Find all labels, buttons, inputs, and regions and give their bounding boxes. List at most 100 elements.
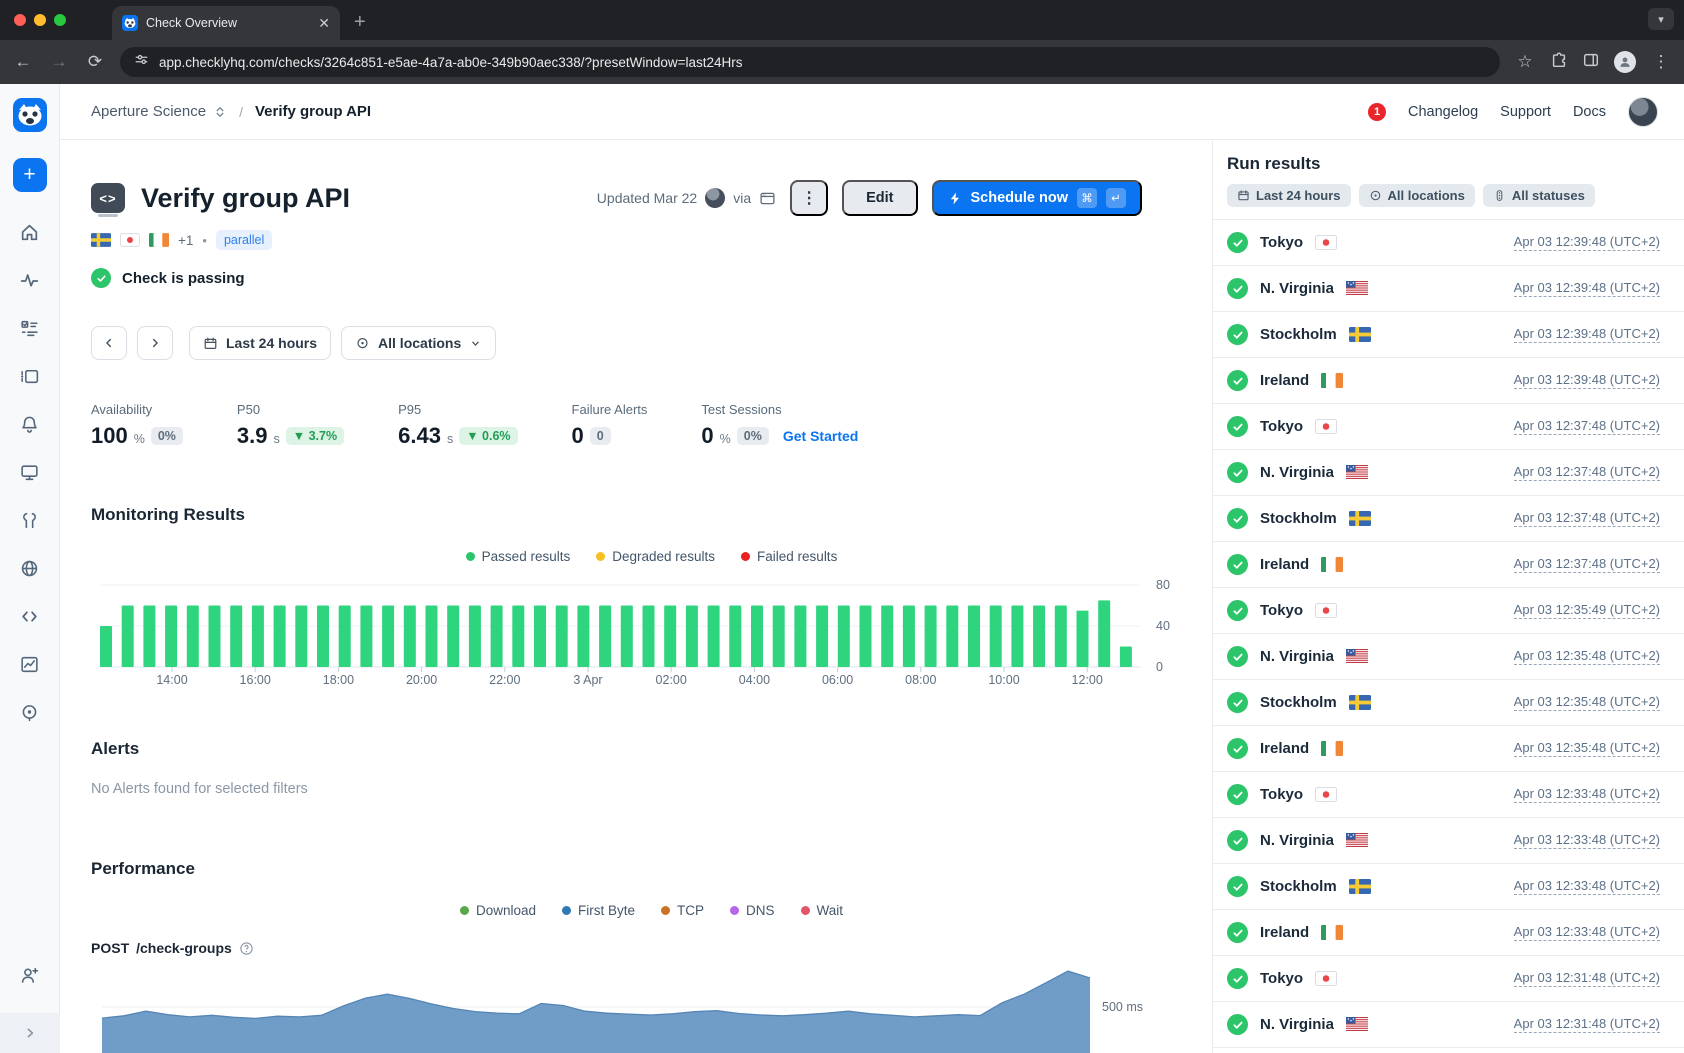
sidebar-item-home[interactable] — [19, 222, 40, 243]
browser-profile-avatar[interactable] — [1614, 51, 1636, 73]
legend-item[interactable]: Wait — [801, 903, 844, 918]
run-result-row[interactable]: Tokyo Apr 03 12:31:48 (UTC+2) — [1213, 956, 1684, 1002]
run-result-row[interactable]: N. Virginia Apr 03 12:33:48 (UTC+2) — [1213, 818, 1684, 864]
sidebar-item-locations[interactable] — [19, 702, 40, 723]
run-filter-locations[interactable]: All locations — [1359, 184, 1475, 207]
legend-item[interactable]: DNS — [730, 903, 775, 918]
run-result-row[interactable]: Ireland Apr 03 12:35:48 (UTC+2) — [1213, 726, 1684, 772]
run-result-row[interactable]: Stockholm Apr 03 12:35:48 (UTC+2) — [1213, 680, 1684, 726]
run-result-row[interactable]: N. Virginia Apr 03 12:35:48 (UTC+2) — [1213, 634, 1684, 680]
reload-button[interactable]: ⟳ — [84, 52, 106, 72]
more-options-button[interactable]: ⋮ — [790, 180, 828, 216]
run-result-row[interactable]: Tokyo Apr 03 12:35:49 (UTC+2) — [1213, 588, 1684, 634]
run-result-row[interactable]: Tokyo Apr 03 12:33:48 (UTC+2) — [1213, 772, 1684, 818]
run-timestamp-link[interactable]: Apr 03 12:33:48 (UTC+2) — [1514, 878, 1660, 895]
sidebar-item-dashboards[interactable] — [19, 462, 40, 483]
run-result-row[interactable]: N. Virginia Apr 03 12:31:48 (UTC+2) — [1213, 1002, 1684, 1048]
sidebar-item-private-locations[interactable] — [19, 558, 40, 579]
legend-item[interactable]: Download — [460, 903, 536, 918]
run-timestamp-link[interactable]: Apr 03 12:37:48 (UTC+2) — [1514, 464, 1660, 481]
docs-link[interactable]: Docs — [1573, 104, 1606, 120]
minimize-window-icon[interactable] — [34, 14, 46, 26]
breadcrumb-account-switcher[interactable]: Aperture Science — [91, 103, 227, 120]
run-timestamp-link[interactable]: Apr 03 12:39:48 (UTC+2) — [1514, 326, 1660, 343]
checkly-logo-icon[interactable] — [13, 98, 47, 132]
time-prev-button[interactable] — [91, 326, 127, 360]
sidebar-item-groups[interactable] — [19, 366, 40, 387]
create-button[interactable]: + — [13, 158, 47, 192]
maximize-window-icon[interactable] — [54, 14, 66, 26]
updated-by-avatar[interactable] — [705, 188, 725, 208]
run-result-row[interactable]: Stockholm Apr 03 12:39:48 (UTC+2) — [1213, 312, 1684, 358]
changelog-link[interactable]: Changelog — [1408, 104, 1478, 120]
side-panel-icon[interactable] — [1582, 51, 1600, 74]
run-timestamp-link[interactable]: Apr 03 12:35:49 (UTC+2) — [1514, 602, 1660, 619]
run-timestamp-link[interactable]: Apr 03 12:31:48 (UTC+2) — [1514, 970, 1660, 987]
svg-text:3 Apr: 3 Apr — [573, 673, 602, 687]
run-timestamp-link[interactable]: Apr 03 12:33:48 (UTC+2) — [1514, 924, 1660, 941]
forward-button[interactable]: → — [48, 52, 70, 72]
time-range-select[interactable]: Last 24 hours — [189, 326, 331, 360]
svg-text:02:00: 02:00 — [656, 673, 687, 687]
tab-close-icon[interactable]: ✕ — [318, 15, 330, 32]
legend-item[interactable]: Passed results — [466, 549, 571, 564]
run-filter-statuses[interactable]: All statuses — [1483, 184, 1595, 207]
browser-tab[interactable]: Check Overview ✕ — [112, 6, 340, 40]
user-avatar[interactable] — [1628, 97, 1658, 127]
help-circle-icon[interactable] — [239, 941, 254, 956]
run-timestamp-link[interactable]: Apr 03 12:35:48 (UTC+2) — [1514, 740, 1660, 757]
site-settings-icon[interactable] — [134, 52, 149, 72]
invite-user-icon[interactable] — [19, 965, 40, 991]
run-timestamp-link[interactable]: Apr 03 12:37:48 (UTC+2) — [1514, 418, 1660, 435]
run-filter-time[interactable]: Last 24 hours — [1227, 184, 1351, 207]
sidebar-item-alerts[interactable] — [19, 414, 40, 435]
run-result-row[interactable]: Tokyo Apr 03 12:39:48 (UTC+2) — [1213, 220, 1684, 266]
performance-chart[interactable]: 500 ms0 — [91, 966, 1212, 1053]
run-timestamp-link[interactable]: Apr 03 12:37:48 (UTC+2) — [1514, 510, 1660, 527]
run-timestamp-link[interactable]: Apr 03 12:39:48 (UTC+2) — [1514, 372, 1660, 389]
run-timestamp-link[interactable]: Apr 03 12:31:48 (UTC+2) — [1514, 1016, 1660, 1033]
get-started-link[interactable]: Get Started — [783, 428, 858, 444]
sidebar-expand-button[interactable] — [0, 1013, 60, 1053]
run-result-row[interactable]: N. Virginia Apr 03 12:39:48 (UTC+2) — [1213, 266, 1684, 312]
run-result-row[interactable]: Stockholm Apr 03 12:31:48 (UTC+2) — [1213, 1048, 1684, 1053]
url-bar[interactable]: app.checklyhq.com/checks/3264c851-e5ae-4… — [120, 47, 1500, 77]
time-next-button[interactable] — [137, 326, 173, 360]
run-timestamp-link[interactable]: Apr 03 12:39:48 (UTC+2) — [1514, 234, 1660, 251]
sidebar-item-analytics[interactable] — [19, 654, 40, 675]
run-result-row[interactable]: Ireland Apr 03 12:39:48 (UTC+2) — [1213, 358, 1684, 404]
run-result-row[interactable]: N. Virginia Apr 03 12:37:48 (UTC+2) — [1213, 450, 1684, 496]
sidebar-item-cli[interactable] — [19, 606, 40, 627]
locations-select[interactable]: All locations — [341, 326, 496, 360]
run-timestamp-link[interactable]: Apr 03 12:33:48 (UTC+2) — [1514, 832, 1660, 849]
run-timestamp-link[interactable]: Apr 03 12:35:48 (UTC+2) — [1514, 694, 1660, 711]
run-timestamp-link[interactable]: Apr 03 12:33:48 (UTC+2) — [1514, 786, 1660, 803]
sidebar-item-activity[interactable] — [19, 270, 40, 291]
new-tab-button[interactable]: + — [354, 11, 366, 34]
breadcrumb-page: Verify group API — [255, 103, 371, 120]
run-result-row[interactable]: Ireland Apr 03 12:37:48 (UTC+2) — [1213, 542, 1684, 588]
sidebar-item-checks[interactable] — [19, 318, 40, 339]
run-result-row[interactable]: Stockholm Apr 03 12:33:48 (UTC+2) — [1213, 864, 1684, 910]
support-link[interactable]: Support — [1500, 104, 1551, 120]
monitoring-chart[interactable]: 14:0016:0018:0020:0022:003 Apr02:0004:00… — [91, 574, 1212, 693]
schedule-now-button[interactable]: Schedule now ⌘ ↵ — [932, 180, 1143, 216]
run-result-row[interactable]: Ireland Apr 03 12:33:48 (UTC+2) — [1213, 910, 1684, 956]
run-timestamp-link[interactable]: Apr 03 12:37:48 (UTC+2) — [1514, 556, 1660, 573]
back-button[interactable]: ← — [12, 52, 34, 72]
legend-item[interactable]: Failed results — [741, 549, 837, 564]
browser-menu-icon[interactable]: ⋮ — [1650, 52, 1672, 72]
extensions-icon[interactable] — [1550, 51, 1568, 74]
run-timestamp-link[interactable]: Apr 03 12:35:48 (UTC+2) — [1514, 648, 1660, 665]
tab-search-button[interactable]: ▾ — [1648, 8, 1674, 30]
edit-button[interactable]: Edit — [842, 180, 917, 216]
legend-item[interactable]: First Byte — [562, 903, 635, 918]
run-result-row[interactable]: Tokyo Apr 03 12:37:48 (UTC+2) — [1213, 404, 1684, 450]
bookmark-star-icon[interactable]: ☆ — [1514, 52, 1536, 72]
close-window-icon[interactable] — [14, 14, 26, 26]
legend-item[interactable]: Degraded results — [596, 549, 715, 564]
legend-item[interactable]: TCP — [661, 903, 704, 918]
run-result-row[interactable]: Stockholm Apr 03 12:37:48 (UTC+2) — [1213, 496, 1684, 542]
sidebar-item-maintenance[interactable] — [19, 510, 40, 531]
run-timestamp-link[interactable]: Apr 03 12:39:48 (UTC+2) — [1514, 280, 1660, 297]
